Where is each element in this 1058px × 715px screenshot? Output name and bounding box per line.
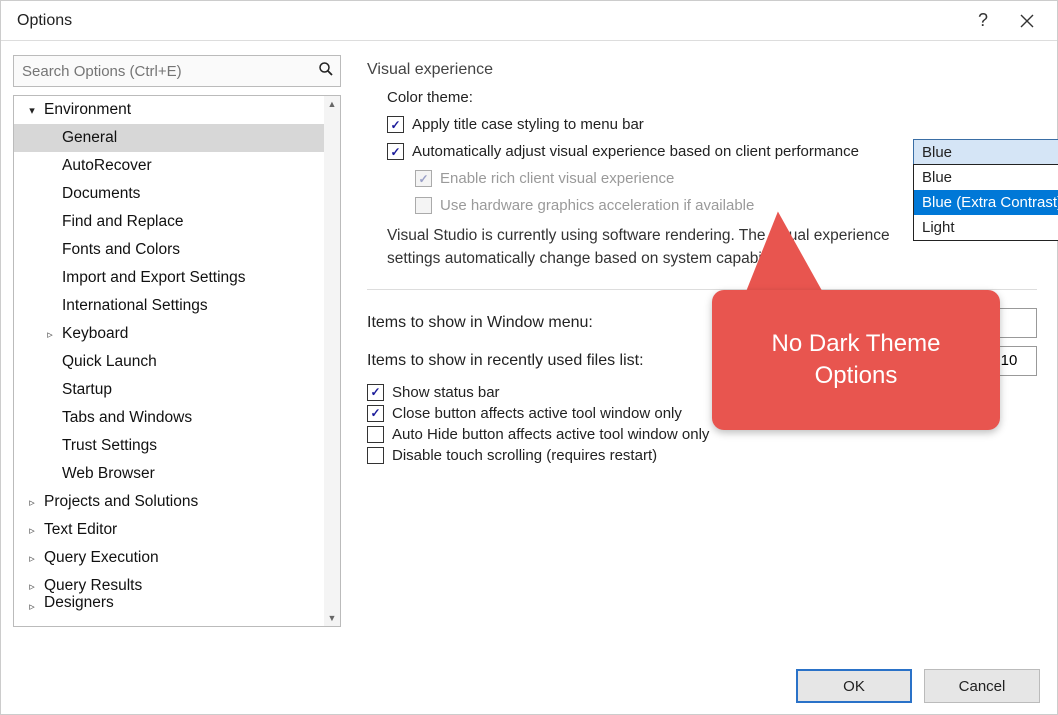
tree-item-autorecover[interactable]: AutoRecover <box>14 152 340 180</box>
tree-item-startup[interactable]: Startup <box>14 376 340 404</box>
tree-item-label: Documents <box>62 185 140 203</box>
tree-item-find-and-replace[interactable]: Find and Replace <box>14 208 340 236</box>
options-tree[interactable]: ▾ Environment General AutoRecover Documents F… <box>13 95 341 627</box>
show-status-bar-checkbox[interactable] <box>367 384 384 401</box>
group-title-visual: Visual experience <box>367 61 1037 79</box>
close-btn-affects-checkbox[interactable] <box>367 405 384 422</box>
tree-item-query-execution[interactable]: ▹ Query Execution <box>14 544 340 572</box>
tree-item-label: International Settings <box>62 297 208 315</box>
tree-item-label: Designers <box>44 594 114 612</box>
tree-item-label: Projects and Solutions <box>44 493 198 511</box>
tree-item-label: Quick Launch <box>62 353 157 371</box>
expand-icon[interactable]: ▾ <box>24 104 40 117</box>
enable-rich-checkbox <box>415 170 432 187</box>
ok-button[interactable]: OK <box>796 669 912 703</box>
tree-item-label: Environment <box>44 101 131 119</box>
tree-item-text-editor[interactable]: ▹ Text Editor <box>14 516 340 544</box>
tree-item-label: Query Execution <box>44 549 159 567</box>
close-icon[interactable] <box>1005 1 1049 41</box>
tree-item-documents[interactable]: Documents <box>14 180 340 208</box>
use-hw-checkbox <box>415 197 432 214</box>
disable-touch-row: Disable touch scrolling (requires restar… <box>367 447 1037 464</box>
auto-adjust-label: Automatically adjust visual experience b… <box>412 143 859 160</box>
tree-item-import-and-export-settings[interactable]: Import and Export Settings <box>14 264 340 292</box>
tree-item-tabs-and-windows[interactable]: Tabs and Windows <box>14 404 340 432</box>
tree-item-general[interactable]: General <box>14 124 340 152</box>
tree-item-projects-and-solutions[interactable]: ▹ Projects and Solutions <box>14 488 340 516</box>
autohide-affects-checkbox[interactable] <box>367 426 384 443</box>
tree-item-label: Startup <box>62 381 112 399</box>
autohide-affects-label: Auto Hide button affects active tool win… <box>392 426 709 443</box>
help-icon[interactable]: ? <box>961 1 1005 41</box>
left-pane: ▾ Environment General AutoRecover Documents F… <box>1 41 351 641</box>
scroll-track[interactable] <box>324 112 340 610</box>
tree-item-label: Keyboard <box>62 325 128 343</box>
dropdown-option-light[interactable]: Light <box>914 215 1058 240</box>
apply-title-case-row: Apply title case styling to menu bar <box>367 116 1037 133</box>
search-icon[interactable] <box>318 61 334 82</box>
expand-icon[interactable]: ▹ <box>24 524 40 537</box>
tree-item-trust-settings[interactable]: Trust Settings <box>14 432 340 460</box>
tree-item-environment[interactable]: ▾ Environment <box>14 96 340 124</box>
tree-item-label: Query Results <box>44 577 142 595</box>
window-title: Options <box>17 12 961 30</box>
scroll-up-icon[interactable]: ▲ <box>324 96 340 112</box>
scroll-down-icon[interactable]: ▼ <box>324 610 340 626</box>
color-theme-label: Color theme: <box>387 89 473 106</box>
apply-title-case-label: Apply title case styling to menu bar <box>412 116 644 133</box>
tree-item-web-browser[interactable]: Web Browser <box>14 460 340 488</box>
tree-item-label: Tabs and Windows <box>62 409 192 427</box>
tree-item-label: Trust Settings <box>62 437 157 455</box>
expand-icon[interactable]: ▹ <box>24 552 40 565</box>
titlebar: Options ? <box>1 1 1057 41</box>
expand-icon[interactable]: ▹ <box>42 328 58 341</box>
annotation-callout: No Dark Theme Options <box>712 250 1000 430</box>
search-box[interactable] <box>13 55 341 87</box>
apply-title-case-checkbox[interactable] <box>387 116 404 133</box>
tree-item-designers[interactable]: ▹Designers <box>14 600 340 616</box>
tree-item-label: Fonts and Colors <box>62 241 180 259</box>
tree-item-label: Find and Replace <box>62 213 184 231</box>
callout-tail <box>747 209 840 302</box>
expand-icon[interactable]: ▹ <box>24 496 40 509</box>
cancel-button[interactable]: Cancel <box>924 669 1040 703</box>
dropdown-option-blue[interactable]: Blue <box>914 165 1058 190</box>
expand-icon[interactable]: ▹ <box>24 600 40 613</box>
scrollbar[interactable]: ▲ ▼ <box>324 96 340 626</box>
tree-item-label: Web Browser <box>62 465 155 483</box>
callout-text: No Dark Theme Options <box>712 290 1000 430</box>
tree-item-fonts-and-colors[interactable]: Fonts and Colors <box>14 236 340 264</box>
disable-touch-checkbox[interactable] <box>367 447 384 464</box>
tree-item-label: AutoRecover <box>62 157 152 175</box>
color-theme-dropdown[interactable]: BlueBlue (Extra Contrast)Light <box>913 164 1058 241</box>
search-input[interactable] <box>20 62 318 81</box>
tree-item-label: General <box>62 129 117 147</box>
color-theme-combobox[interactable]: Blue <box>913 139 1058 165</box>
color-theme-row: Color theme: <box>367 89 1037 106</box>
expand-icon[interactable]: ▹ <box>24 580 40 593</box>
use-hw-label: Use hardware graphics acceleration if av… <box>440 197 754 214</box>
tree-item-international-settings[interactable]: International Settings <box>14 292 340 320</box>
tree-item-quick-launch[interactable]: Quick Launch <box>14 348 340 376</box>
auto-adjust-checkbox[interactable] <box>387 143 404 160</box>
dropdown-option-blue-extra-contrast-[interactable]: Blue (Extra Contrast) <box>914 190 1058 215</box>
enable-rich-label: Enable rich client visual experience <box>440 170 674 187</box>
dialog-buttons: OK Cancel <box>796 669 1040 703</box>
close-btn-affects-label: Close button affects active tool window … <box>392 405 682 422</box>
tree-item-label: Text Editor <box>44 521 117 539</box>
tree-item-keyboard[interactable]: ▹ Keyboard <box>14 320 340 348</box>
tree-item-label: Import and Export Settings <box>62 269 246 287</box>
show-status-bar-label: Show status bar <box>392 384 500 401</box>
color-theme-value: Blue <box>922 144 952 161</box>
disable-touch-label: Disable touch scrolling (requires restar… <box>392 447 657 464</box>
